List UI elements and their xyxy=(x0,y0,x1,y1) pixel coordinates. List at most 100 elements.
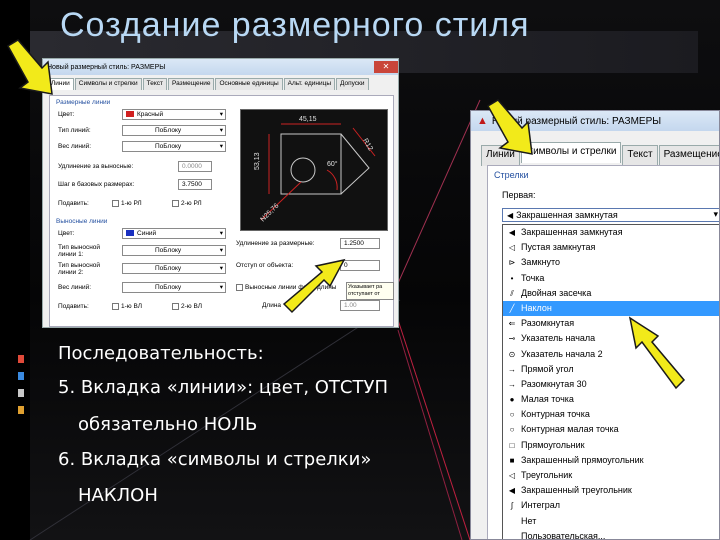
suppress-dim1[interactable]: 1-ю РЛ xyxy=(112,200,142,207)
tab-primary-units[interactable]: Основные единицы xyxy=(215,78,283,90)
color-select[interactable]: Красный xyxy=(122,109,226,120)
arrowhead-label: Указатель начала xyxy=(521,333,596,344)
arrowhead-list-item[interactable]: ⊳ Замкнуто xyxy=(503,255,719,270)
arrowhead-list-item[interactable]: ○ Контурная точка xyxy=(503,407,719,422)
arrowhead-label: Закрашенная замкнутая xyxy=(521,227,623,237)
color-swatch-red xyxy=(126,111,134,118)
arrowhead-list: ◀ Закрашенная замкнутая ◁ Пустая замкнутая ⊳… xyxy=(502,224,719,540)
open30-icon: → xyxy=(508,379,516,389)
arrowhead-list-item[interactable]: ◀ Закрашенный треугольник xyxy=(503,483,719,498)
tab-strip: Линии Символы и стрелки Текст Размещение… xyxy=(43,75,398,90)
arrowhead-list-item[interactable]: ● Малая точка xyxy=(503,392,719,407)
ext-lw-select[interactable]: ПоБлоку xyxy=(122,282,226,293)
arrowhead-list-item[interactable]: ∫ Интеграл xyxy=(503,498,719,513)
pointer-arrow-1-icon xyxy=(6,39,53,95)
first-arrow-combo[interactable]: ◀ Закрашенная замкнутая ▾ xyxy=(502,208,719,222)
beyond-input[interactable]: 1.2500 xyxy=(340,238,380,249)
arrowhead-label: Контурная малая точка xyxy=(521,424,619,435)
extend-input[interactable]: 0.0000 xyxy=(178,161,212,172)
arrowhead-list-item[interactable]: ⫽ Двойная засечка xyxy=(503,286,719,301)
arrowhead-label: Пустая замкнутая xyxy=(521,242,596,253)
tab2-fit[interactable]: Размещение xyxy=(658,145,719,166)
arrowhead-list-item[interactable]: □ Прямоугольник xyxy=(503,438,719,453)
checkbox[interactable] xyxy=(112,200,119,207)
arrowhead-list-item[interactable]: ◁ Треугольник xyxy=(503,468,719,483)
double-tick-icon: ⫽ xyxy=(510,288,514,298)
ext-lines-group: Выносные линии xyxy=(56,218,108,225)
checkbox[interactable] xyxy=(172,303,179,310)
arrowhead-list-item[interactable]: ⊸ Указатель начала xyxy=(503,331,719,346)
arrowhead-list-item[interactable]: ◁ Пустая замкнутая xyxy=(503,240,719,255)
ext-lt1-label: Тип выносной линии 1: xyxy=(58,244,101,258)
suppress-ext2[interactable]: 2-ю ВЛ xyxy=(172,303,202,310)
color-value: Красный xyxy=(137,111,164,118)
preview-pane: 45,15 53,13 R12 60° N25,76 xyxy=(240,109,388,231)
pointer-arrow-2-icon xyxy=(486,99,533,155)
arrowhead-label: Разомкнутая xyxy=(521,318,575,329)
color-swatch-blue xyxy=(126,230,134,237)
lineweight-select[interactable]: ПоБлоку xyxy=(122,141,226,152)
arrowhead-list-item[interactable]: ⇐ Разомкнутая xyxy=(503,316,719,331)
dim-lines-group: Размерные линии xyxy=(56,99,111,106)
arrowhead-label: Закрашенный треугольник xyxy=(521,485,632,496)
arrowhead-list-item[interactable]: → Разомкнутая 30 xyxy=(503,377,719,392)
pointer-arrow-3-icon xyxy=(282,258,346,314)
arrowhead-list-item[interactable]: ╱ Наклон xyxy=(503,300,719,317)
tab-text[interactable]: Текст xyxy=(142,78,167,90)
arrowhead-list-item[interactable]: • Точка xyxy=(503,271,719,286)
arrowhead-list-item[interactable]: → Прямой угол xyxy=(503,362,719,377)
origin2-icon: ⊙ xyxy=(508,349,516,359)
checkbox[interactable] xyxy=(172,200,179,207)
ext-lw-label: Вес линий: xyxy=(58,284,92,291)
tab2-text[interactable]: Текст xyxy=(622,145,658,166)
triangle-icon: ◁ xyxy=(508,471,516,480)
tab-fit[interactable]: Размещение xyxy=(168,78,215,90)
suppress-dim1-label: 1-ю РЛ xyxy=(121,200,142,208)
arrowhead-label: Указатель начала 2 xyxy=(521,348,603,359)
close-icon[interactable]: ✕ xyxy=(374,61,398,73)
tab-symbols[interactable]: Символы и стрелки xyxy=(74,78,142,90)
ext-lt1-select[interactable]: ПоБлоку xyxy=(122,245,226,256)
suppress-dim2[interactable]: 2-ю РЛ xyxy=(172,200,202,207)
suppress-ext1[interactable]: 1-ю ВЛ xyxy=(112,303,142,310)
tab-tolerances[interactable]: Допуски xyxy=(336,78,369,90)
dialog-titlebar: Новый размерный стиль: РАЗМЕРЫ ✕ xyxy=(43,59,398,75)
arrowhead-list-item[interactable]: Нет xyxy=(503,514,719,529)
suppress-dim2-label: 2-ю РЛ xyxy=(181,200,202,208)
preview-right-label: R12 xyxy=(361,138,374,153)
arrowhead-list-item[interactable]: ○ Контурная малая точка xyxy=(503,422,719,437)
slide: Создание размерного стиля Новый размерны… xyxy=(0,0,720,540)
pointer-arrow-4-icon xyxy=(628,316,686,390)
baseline-input[interactable]: 3.7500 xyxy=(178,179,212,190)
arrowhead-label: Пользовательская... xyxy=(521,530,606,540)
arrowhead-list-item[interactable]: ◀ Закрашенная замкнутая xyxy=(503,225,719,240)
checkbox[interactable] xyxy=(112,303,119,310)
box-icon: □ xyxy=(509,440,515,450)
arrowhead-list-item[interactable]: ■ Закрашенный прямоугольник xyxy=(503,453,719,468)
dialog-title: Новый размерный стиль: РАЗМЕРЫ xyxy=(47,63,166,71)
right-angle-icon: → xyxy=(508,364,516,374)
suppress-label: Подавить: xyxy=(58,200,89,207)
preview-left-label: 53,13 xyxy=(254,152,261,170)
ext-lt2-select[interactable]: ПоБлоку xyxy=(122,263,226,274)
linetype-select[interactable]: ПоБлоку xyxy=(122,125,226,136)
checkbox[interactable] xyxy=(236,284,243,291)
oblique-icon: ╱ xyxy=(509,303,515,313)
arrowhead-list-item[interactable]: Пользовательская... xyxy=(503,529,719,540)
beyond-label: Удлинение за размерные: xyxy=(236,240,315,247)
dot-small-blank-icon: ○ xyxy=(509,425,515,435)
triangle-filled-icon: ◀ xyxy=(508,486,516,496)
arrowhead-label: Прямой угол xyxy=(521,363,574,374)
ext-color-label: Цвет: xyxy=(58,230,75,237)
ext-color-select[interactable]: Синий xyxy=(122,228,226,239)
small-dot-icon: ● xyxy=(509,395,515,405)
arrowhead-list-item[interactable]: ⊙ Указатель начала 2 xyxy=(503,347,719,362)
dot-icon: • xyxy=(510,273,514,283)
tab-alt-units[interactable]: Альт. единицы xyxy=(283,78,336,90)
text-line-3: обязательно НОЛЬ xyxy=(78,414,258,435)
ext-lt2-label: Тип выносной линии 2: xyxy=(58,262,101,276)
chevron-down-icon[interactable]: ▾ xyxy=(713,209,718,220)
arrowhead-label: Нет xyxy=(521,515,537,526)
integral-icon: ∫ xyxy=(510,501,514,511)
preview-diag-label: N25,76 xyxy=(259,202,280,223)
